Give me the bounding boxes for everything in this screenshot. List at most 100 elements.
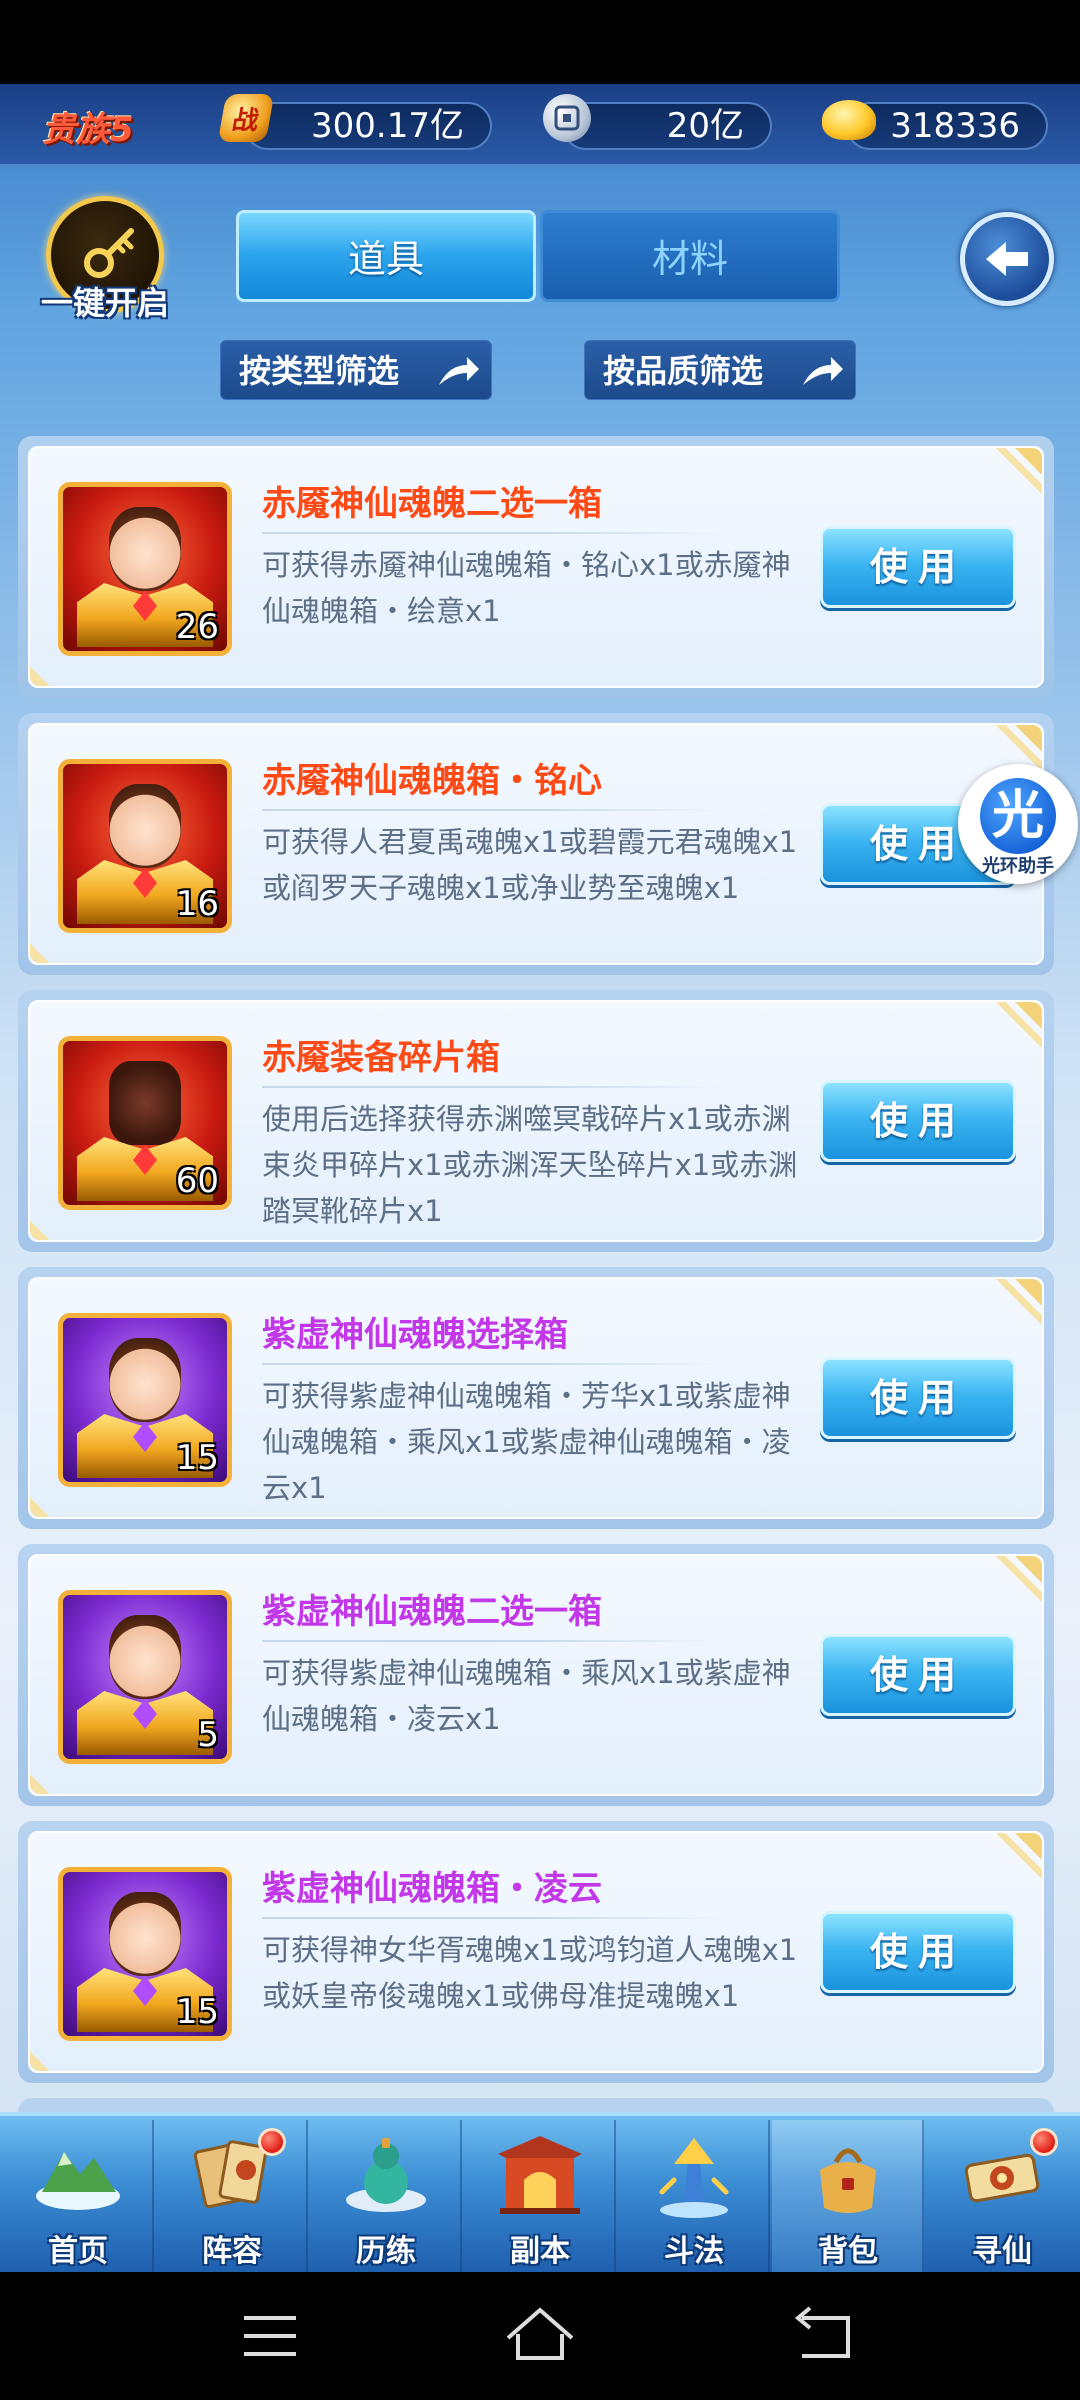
item-description: 可获得赤魇神仙魂魄箱・铭心x1或赤魇神仙魂魄箱・绘意x1 bbox=[262, 548, 791, 628]
nav-item-arena[interactable]: 斗法 bbox=[618, 2120, 770, 2272]
hero-portrait-icon bbox=[109, 1615, 181, 1699]
assistant-logo-icon: 光 bbox=[980, 778, 1056, 854]
use-button[interactable]: 使用 bbox=[820, 1357, 1016, 1439]
back-button[interactable] bbox=[960, 212, 1054, 306]
item-description: 可获得神女华胥魂魄x1或鸿钧道人魂魄x1或妖皇帝俊魂魄x1或佛母准提魂魄x1 bbox=[262, 1933, 798, 2013]
arrow-right-icon bbox=[803, 357, 843, 385]
home-island-icon bbox=[36, 2152, 120, 2210]
hero-portrait-icon bbox=[109, 1892, 181, 1976]
item-icon[interactable]: 16 bbox=[58, 759, 232, 933]
item-name: 紫虚神仙魂魄选择箱 bbox=[262, 1315, 568, 1355]
nav-item-home[interactable]: 首页 bbox=[2, 2120, 154, 2272]
use-button[interactable]: 使用 bbox=[820, 1911, 1016, 1993]
backpack-bag-icon bbox=[820, 2148, 876, 2213]
nav-label: 副本 bbox=[510, 2234, 570, 2269]
ingot-display: 318336 bbox=[846, 102, 1048, 150]
home-icon[interactable] bbox=[490, 2296, 590, 2376]
menu-icon[interactable] bbox=[220, 2296, 320, 2376]
item-card-body: 15 紫虚神仙魂魄箱・凌云 可获得神女华胥魂魄x1或鸿钧道人魂魄x1或妖皇帝俊魂… bbox=[28, 1831, 1044, 2073]
item-description: 可获得紫虚神仙魂魄箱・芳华x1或紫虚神仙魂魄箱・乘风x1或紫虚神仙魂魄箱・凌云x… bbox=[262, 1379, 791, 1505]
ingot-value: 318336 bbox=[890, 106, 1020, 146]
status-bar bbox=[0, 0, 1080, 84]
power-value: 300.17亿 bbox=[311, 106, 464, 146]
gold-ingot-icon bbox=[822, 100, 876, 140]
back-icon[interactable] bbox=[772, 2296, 872, 2376]
one-key-open-label: 一键开启 bbox=[40, 284, 169, 322]
notification-dot bbox=[258, 2128, 286, 2156]
item-card-body: 15 紫虚神仙魂魄选择箱 可获得紫虚神仙魂魄箱・芳华x1或紫虚神仙魂魄箱・乘风x… bbox=[28, 1277, 1044, 1519]
item-card: 15 紫虚神仙魂魄选择箱 可获得紫虚神仙魂魄箱・芳华x1或紫虚神仙魂魄箱・乘风x… bbox=[18, 1267, 1054, 1529]
item-list[interactable]: 26 赤魇神仙魂魄二选一箱 可获得赤魇神仙魂魄箱・铭心x1或赤魇神仙魂魄箱・绘意… bbox=[16, 436, 1056, 2112]
item-icon[interactable]: 26 bbox=[58, 482, 232, 656]
nav-label: 斗法 bbox=[664, 2234, 724, 2269]
power-icon: 战 bbox=[217, 94, 275, 142]
item-count: 60 bbox=[175, 1161, 219, 1201]
item-card-body: 26 赤魇神仙魂魄二选一箱 可获得赤魇神仙魂魄箱・铭心x1或赤魇神仙魂魄箱・绘意… bbox=[28, 446, 1044, 688]
game-screen: 贵族5 300.17亿 战 20亿 318336 一键开启 道具 材料 按类型筛… bbox=[0, 0, 1080, 2400]
use-button[interactable]: 使用 bbox=[820, 1080, 1016, 1162]
filter-by-quality-button[interactable]: 按品质筛选 bbox=[584, 340, 856, 400]
item-name: 赤魇神仙魂魄箱・铭心 bbox=[262, 761, 602, 801]
item-description: 可获得紫虚神仙魂魄箱・乘风x1或紫虚神仙魂魄箱・凌云x1 bbox=[262, 1656, 791, 1736]
bottom-nav: 首页 阵容 历练 副本 斗法 背包 寻仙 bbox=[0, 2112, 1080, 2272]
item-card: 26 赤魇神仙魂魄二选一箱 可获得赤魇神仙魂魄箱・铭心x1或赤魇神仙魂魄箱・绘意… bbox=[18, 436, 1054, 698]
hero-portrait-icon bbox=[109, 507, 181, 591]
divider bbox=[262, 1086, 722, 1088]
arrow-right-icon bbox=[439, 357, 479, 385]
nav-item-dungeon[interactable]: 副本 bbox=[464, 2120, 616, 2272]
item-card-body: 5 紫虚神仙魂魄二选一箱 可获得紫虚神仙魂魄箱・乘风x1或紫虚神仙魂魄箱・凌云x… bbox=[28, 1554, 1044, 1796]
item-card: 15 紫虚神仙魂魄箱・凌云 可获得神女华胥魂魄x1或鸿钧道人魂魄x1或妖皇帝俊魂… bbox=[18, 1821, 1054, 2083]
use-button[interactable]: 使用 bbox=[820, 1634, 1016, 1716]
tab-items[interactable]: 道具 bbox=[236, 210, 536, 302]
power-display: 300.17亿 bbox=[244, 102, 492, 150]
item-card: 5 紫虚神仙魂魄二选一箱 可获得紫虚神仙魂魄箱・乘风x1或紫虚神仙魂魄箱・凌云x… bbox=[18, 1544, 1054, 1806]
training-gourd-icon bbox=[346, 2138, 426, 2212]
notification-dot bbox=[1030, 2128, 1058, 2156]
hero-portrait-icon bbox=[109, 784, 181, 868]
nav-label: 背包 bbox=[818, 2234, 878, 2269]
corner-ornament-icon bbox=[982, 1833, 1042, 1893]
nav-item-seek-immortal[interactable]: 寻仙 bbox=[926, 2120, 1078, 2272]
armor-fragment-icon bbox=[109, 1061, 181, 1145]
item-name: 赤魇神仙魂魄二选一箱 bbox=[262, 484, 602, 524]
item-name: 赤魇装备碎片箱 bbox=[262, 1038, 500, 1078]
floating-assistant-button[interactable]: 光 光环助手 bbox=[958, 764, 1078, 884]
item-card: 16 赤魇神仙魂魄箱・铭心 可获得人君夏禹魂魄x1或碧霞元君魂魄x1或阎罗天子魂… bbox=[18, 713, 1054, 975]
vip-badge[interactable]: 贵族5 bbox=[42, 102, 134, 151]
item-card-body: 16 赤魇神仙魂魄箱・铭心 可获得人君夏禹魂魄x1或碧霞元君魂魄x1或阎罗天子魂… bbox=[28, 723, 1044, 965]
nav-item-lineup[interactable]: 阵容 bbox=[156, 2120, 308, 2272]
item-description: 可获得人君夏禹魂魄x1或碧霞元君魂魄x1或阎罗天子魂魄x1或净业势至魂魄x1 bbox=[262, 825, 798, 905]
one-key-open-button[interactable]: 一键开启 bbox=[30, 196, 180, 326]
copper-coin-icon bbox=[543, 94, 591, 142]
item-count: 16 bbox=[175, 884, 219, 924]
nav-label: 首页 bbox=[48, 2234, 108, 2269]
hero-portrait-icon bbox=[109, 1338, 181, 1422]
corner-ornament-icon bbox=[982, 1279, 1042, 1339]
dungeon-gate-icon bbox=[498, 2136, 582, 2214]
divider bbox=[262, 809, 722, 811]
item-icon[interactable]: 5 bbox=[58, 1590, 232, 1764]
divider bbox=[262, 1640, 722, 1642]
nav-label: 寻仙 bbox=[972, 2234, 1032, 2269]
corner-ornament-icon bbox=[982, 1556, 1042, 1616]
assistant-label: 光环助手 bbox=[982, 856, 1054, 877]
nav-item-backpack[interactable]: 背包 bbox=[772, 2120, 924, 2272]
resource-bar: 贵族5 300.17亿 战 20亿 318336 bbox=[0, 84, 1080, 166]
golden-key-icon bbox=[84, 228, 134, 278]
nav-item-training[interactable]: 历练 bbox=[310, 2120, 462, 2272]
item-card-body: 60 赤魇装备碎片箱 使用后选择获得赤渊噬冥戟碎片x1或赤渊束炎甲碎片x1或赤渊… bbox=[28, 1000, 1044, 1242]
coin-value: 20亿 bbox=[666, 106, 744, 146]
divider bbox=[262, 532, 722, 534]
tab-materials[interactable]: 材料 bbox=[540, 210, 840, 302]
item-count: 26 bbox=[175, 607, 219, 647]
filter-by-type-label: 按类型筛选 bbox=[239, 352, 400, 390]
corner-ornament-icon bbox=[982, 1002, 1042, 1062]
nav-label: 历练 bbox=[356, 2234, 416, 2269]
item-icon[interactable]: 60 bbox=[58, 1036, 232, 1210]
item-icon[interactable]: 15 bbox=[58, 1313, 232, 1487]
use-button[interactable]: 使用 bbox=[820, 526, 1016, 608]
corner-ornament-icon bbox=[982, 448, 1042, 508]
filter-by-type-button[interactable]: 按类型筛选 bbox=[220, 340, 492, 400]
item-icon[interactable]: 15 bbox=[58, 1867, 232, 2041]
item-description: 使用后选择获得赤渊噬冥戟碎片x1或赤渊束炎甲碎片x1或赤渊浑天坠碎片x1或赤渊踏… bbox=[262, 1102, 798, 1228]
